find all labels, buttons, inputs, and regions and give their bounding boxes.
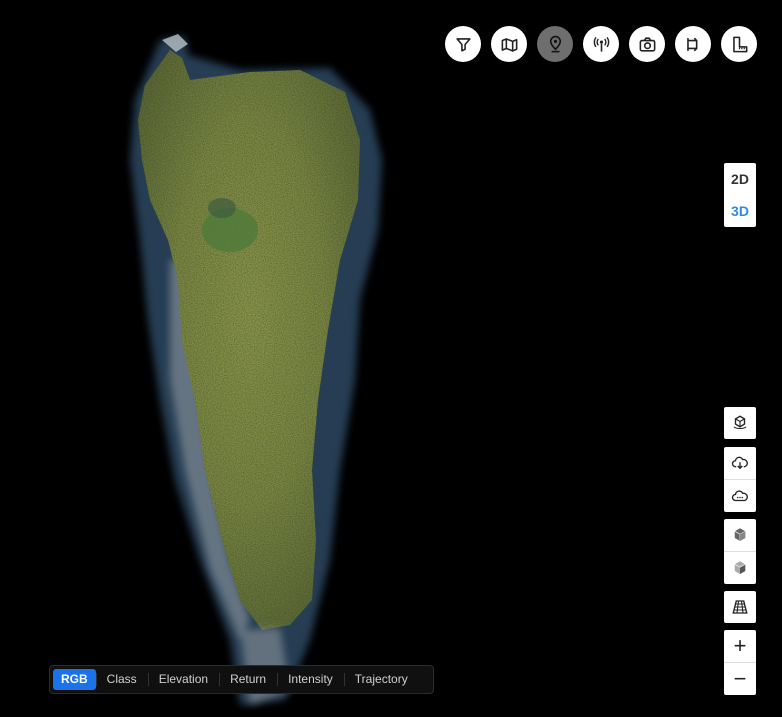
cube-tool-group [724, 519, 756, 584]
orbit-tool-group [724, 407, 756, 439]
view-mode-3d[interactable]: 3D [724, 195, 756, 227]
island-point-cloud [130, 34, 382, 705]
measure-button[interactable] [721, 26, 757, 62]
color-mode-elevation[interactable]: Elevation [147, 669, 219, 690]
cube-rotate-button[interactable] [724, 407, 756, 439]
antenna-button[interactable] [583, 26, 619, 62]
zoom-controls: + − [724, 630, 756, 695]
color-mode-return[interactable]: Return [219, 669, 277, 690]
cube-solid-button[interactable] [724, 519, 756, 551]
grid-tool-group [724, 591, 756, 623]
view-mode-toggle: 2D 3D [724, 163, 756, 227]
map-icon [501, 37, 517, 52]
zoom-out-icon: − [733, 666, 747, 691]
color-mode-bar: RGB Class Elevation Return Intensity Tra… [49, 665, 434, 694]
grid-perspective-icon [732, 600, 748, 614]
location-pin-icon [549, 35, 561, 52]
cloud-download-icon [731, 456, 748, 470]
cube-solid-icon [734, 528, 746, 541]
route-button[interactable] [675, 26, 711, 62]
zoom-out-button[interactable]: − [724, 662, 756, 695]
grid-perspective-button[interactable] [724, 591, 756, 623]
color-mode-rgb[interactable]: RGB [53, 669, 96, 690]
cube-outline-button[interactable] [724, 551, 756, 584]
top-toolbar [445, 26, 757, 62]
cloud-tool-group [724, 447, 756, 512]
antenna-icon [593, 36, 609, 52]
route-icon [686, 37, 697, 51]
color-mode-intensity[interactable]: Intensity [277, 669, 344, 690]
cloud-settings-button[interactable] [724, 479, 756, 512]
camera-button[interactable] [629, 26, 665, 62]
camera-icon [639, 36, 655, 52]
zoom-in-button[interactable]: + [724, 630, 756, 662]
point-cloud-viewport[interactable] [0, 0, 782, 717]
measure-icon [732, 36, 747, 52]
view-mode-2d[interactable]: 2D [724, 163, 756, 195]
cloud-download-button[interactable] [724, 447, 756, 479]
zoom-in-icon: + [733, 633, 747, 658]
filter-icon [455, 37, 471, 52]
color-mode-trajectory[interactable]: Trajectory [343, 669, 419, 690]
cube-rotate-icon [733, 415, 747, 429]
cube-outline-icon [734, 561, 746, 574]
location-pin-button[interactable] [537, 26, 573, 62]
cloud-settings-icon [731, 490, 748, 502]
filter-button[interactable] [445, 26, 481, 62]
color-mode-class[interactable]: Class [95, 669, 148, 690]
map-button[interactable] [491, 26, 527, 62]
